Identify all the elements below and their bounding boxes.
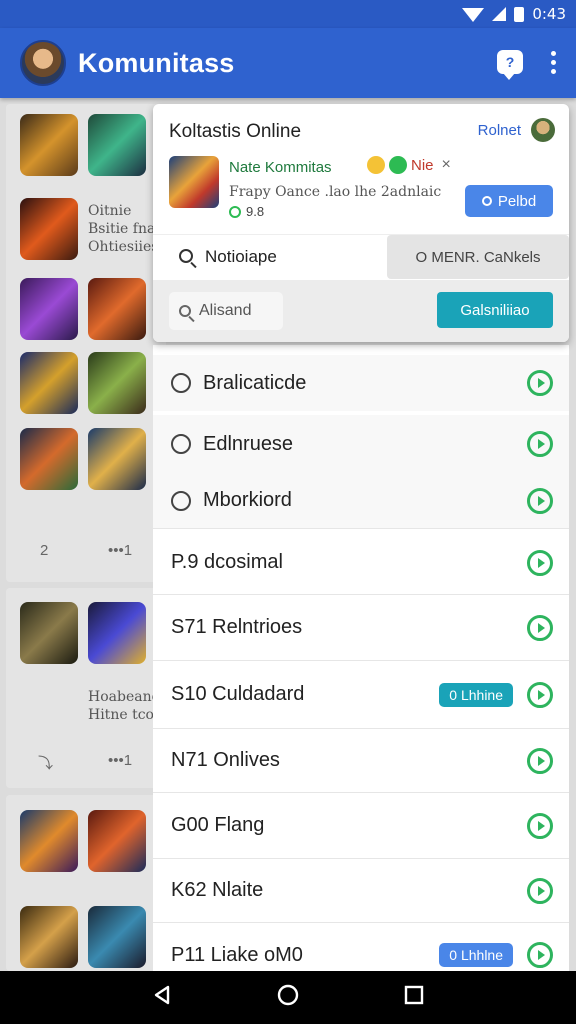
smile-icon xyxy=(171,490,191,511)
game-thumbnail[interactable] xyxy=(20,278,78,340)
pin-icon xyxy=(481,196,492,206)
search-icon xyxy=(179,305,191,317)
avatar[interactable] xyxy=(531,118,555,142)
close-icon[interactable]: × xyxy=(442,156,451,174)
game-thumbnail[interactable] xyxy=(20,906,78,968)
play-icon[interactable] xyxy=(527,812,553,839)
emoji-icon xyxy=(367,156,385,174)
game-description: Frapy Oance .lao lhe 2adnlaic xyxy=(229,184,442,200)
more-vert-icon[interactable] xyxy=(551,50,556,74)
list-item[interactable]: Mborkiord xyxy=(153,473,569,529)
list-item[interactable]: G00 Flang xyxy=(153,793,569,859)
game-thumbnail[interactable] xyxy=(20,602,78,664)
play-icon[interactable] xyxy=(527,431,553,457)
community-card: Koltastis Online Rolnet Nate Kommitas Ni… xyxy=(153,104,569,342)
game-thumbnail[interactable] xyxy=(88,428,146,490)
play-icon[interactable] xyxy=(527,614,553,641)
game-thumbnail[interactable] xyxy=(88,352,146,414)
game-thumbnail[interactable] xyxy=(88,906,146,968)
rating-icon xyxy=(229,205,241,218)
back-icon[interactable] xyxy=(151,984,173,1011)
action-row: Alisand Galsniliiao xyxy=(153,280,569,342)
list-item[interactable]: Bralicaticde xyxy=(153,355,569,411)
channel-list: Bralicaticde Edlnruese Mborkiord P.9 dco… xyxy=(153,345,569,971)
card-title: Koltastis Online xyxy=(169,121,302,142)
robot-icon xyxy=(171,373,191,393)
background-count: 2 xyxy=(40,542,49,559)
notice-label: Notioiape xyxy=(205,247,277,266)
play-icon[interactable] xyxy=(527,487,553,514)
chat-icon[interactable]: ? xyxy=(497,50,523,80)
game-thumbnail[interactable] xyxy=(20,428,78,490)
online-tag: 0 Lhhlne xyxy=(439,943,513,967)
play-icon[interactable] xyxy=(527,549,553,576)
list-item[interactable]: S71 Relntrioes xyxy=(153,595,569,661)
list-item[interactable]: P.9 dcosimal xyxy=(153,531,569,595)
recent-apps-icon[interactable] xyxy=(403,984,425,1011)
app-title: Komunitass xyxy=(78,47,235,78)
play-icon[interactable] xyxy=(527,681,553,708)
game-thumbnail[interactable] xyxy=(88,602,146,664)
list-item[interactable]: S10 Culdadard 0 Lhhine xyxy=(153,661,569,729)
list-item[interactable]: Edlnruese xyxy=(153,415,569,473)
game-thumbnail[interactable] xyxy=(20,352,78,414)
game-name: Nate Kommitas xyxy=(229,159,332,176)
system-nav-bar xyxy=(0,971,576,1024)
background-text: Oitnie Bsitie fna Ohtiesiies xyxy=(88,203,159,255)
home-icon[interactable] xyxy=(276,983,300,1012)
signal-icon xyxy=(492,7,507,21)
card-right-link[interactable]: Rolnet xyxy=(478,122,521,139)
app-bar: Komunitass ? xyxy=(0,28,576,98)
app-screen: 0:43 Komunitass ? Oitnie Bsitie fna Ohti… xyxy=(0,0,576,1024)
action-button[interactable]: Galsniliiao xyxy=(437,292,553,328)
game-rating: 9.8 xyxy=(229,204,264,219)
status-badge: Nie xyxy=(411,156,434,174)
game-thumbnail[interactable] xyxy=(20,810,78,872)
app-bar-actions: ? xyxy=(497,50,556,80)
more-dots[interactable]: •••1 xyxy=(108,752,132,769)
battery-icon xyxy=(514,6,525,22)
search-icon xyxy=(179,249,193,263)
list-item[interactable]: K62 Nlaite xyxy=(153,859,569,923)
status-time: 0:43 xyxy=(532,5,566,23)
game-badges: Nie × xyxy=(367,156,451,174)
list-item[interactable]: N71 Onlives xyxy=(153,729,569,793)
notice-row[interactable]: Notioiape O MENR. CaNkels xyxy=(153,234,569,280)
play-icon[interactable] xyxy=(527,370,553,396)
play-icon[interactable] xyxy=(527,877,553,904)
game-thumbnail[interactable] xyxy=(169,156,219,208)
game-thumbnail[interactable] xyxy=(20,114,78,176)
game-thumbnail[interactable] xyxy=(88,810,146,872)
wifi-icon xyxy=(462,8,485,22)
person-icon xyxy=(171,434,191,454)
primary-button[interactable]: Pelbd xyxy=(465,185,553,217)
avatar[interactable] xyxy=(20,40,66,86)
online-tag: 0 Lhhine xyxy=(439,682,513,707)
search-input[interactable]: Alisand xyxy=(169,292,283,330)
mode-selector[interactable]: O MENR. CaNkels xyxy=(387,235,569,279)
pin-icon[interactable]: ⤵ xyxy=(38,752,53,773)
status-dot-icon xyxy=(389,156,407,174)
game-thumbnail[interactable] xyxy=(88,278,146,340)
status-bar: 0:43 xyxy=(0,0,576,28)
more-dots[interactable]: •••1 xyxy=(108,542,132,559)
play-icon[interactable] xyxy=(527,747,553,774)
game-thumbnail[interactable] xyxy=(88,114,146,176)
game-thumbnail[interactable] xyxy=(20,198,78,260)
play-icon[interactable] xyxy=(527,942,553,968)
